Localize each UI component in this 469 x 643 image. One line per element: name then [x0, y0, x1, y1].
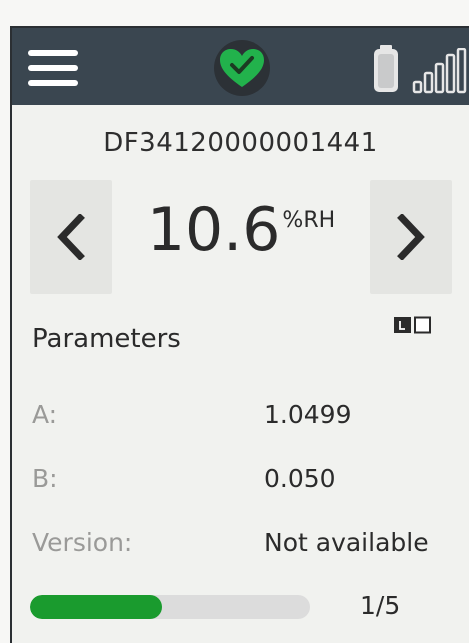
parameter-value: 0.050 [264, 464, 336, 493]
display-mode-icon[interactable] [393, 316, 437, 334]
page-indicator: 1/5 [360, 591, 401, 620]
page-progress-bar [30, 595, 310, 619]
reading-value: 10.6 [146, 195, 281, 265]
parameter-label: B: [32, 464, 58, 493]
parameter-value: Not available [264, 528, 429, 557]
parameter-row: A: 1.0499 [32, 400, 462, 440]
parameter-label: A: [32, 400, 58, 429]
parameter-row: Version: Not available [32, 528, 462, 568]
chevron-right-icon [397, 214, 425, 260]
previous-button[interactable] [30, 180, 112, 294]
measurement-reading: 10.6%RH [112, 198, 370, 262]
device-serial: DF34120000001441 [103, 128, 378, 158]
top-bar [12, 28, 469, 105]
parameters-heading: Parameters [32, 324, 181, 354]
parameter-label: Version: [32, 528, 133, 557]
chevron-left-icon [57, 214, 85, 260]
device-screen: DF34120000001441 10.6%RH Parameters A: 1… [10, 26, 469, 643]
signal-strength-icon [412, 48, 467, 94]
parameter-value: 1.0499 [264, 400, 352, 429]
battery-icon [374, 45, 398, 92]
page-progress-fill [30, 595, 162, 619]
heart-check-icon [214, 40, 270, 96]
parameter-row: B: 0.050 [32, 464, 462, 504]
reading-unit: %RH [282, 208, 336, 233]
hamburger-menu-icon[interactable] [28, 50, 78, 86]
next-button[interactable] [370, 180, 452, 294]
